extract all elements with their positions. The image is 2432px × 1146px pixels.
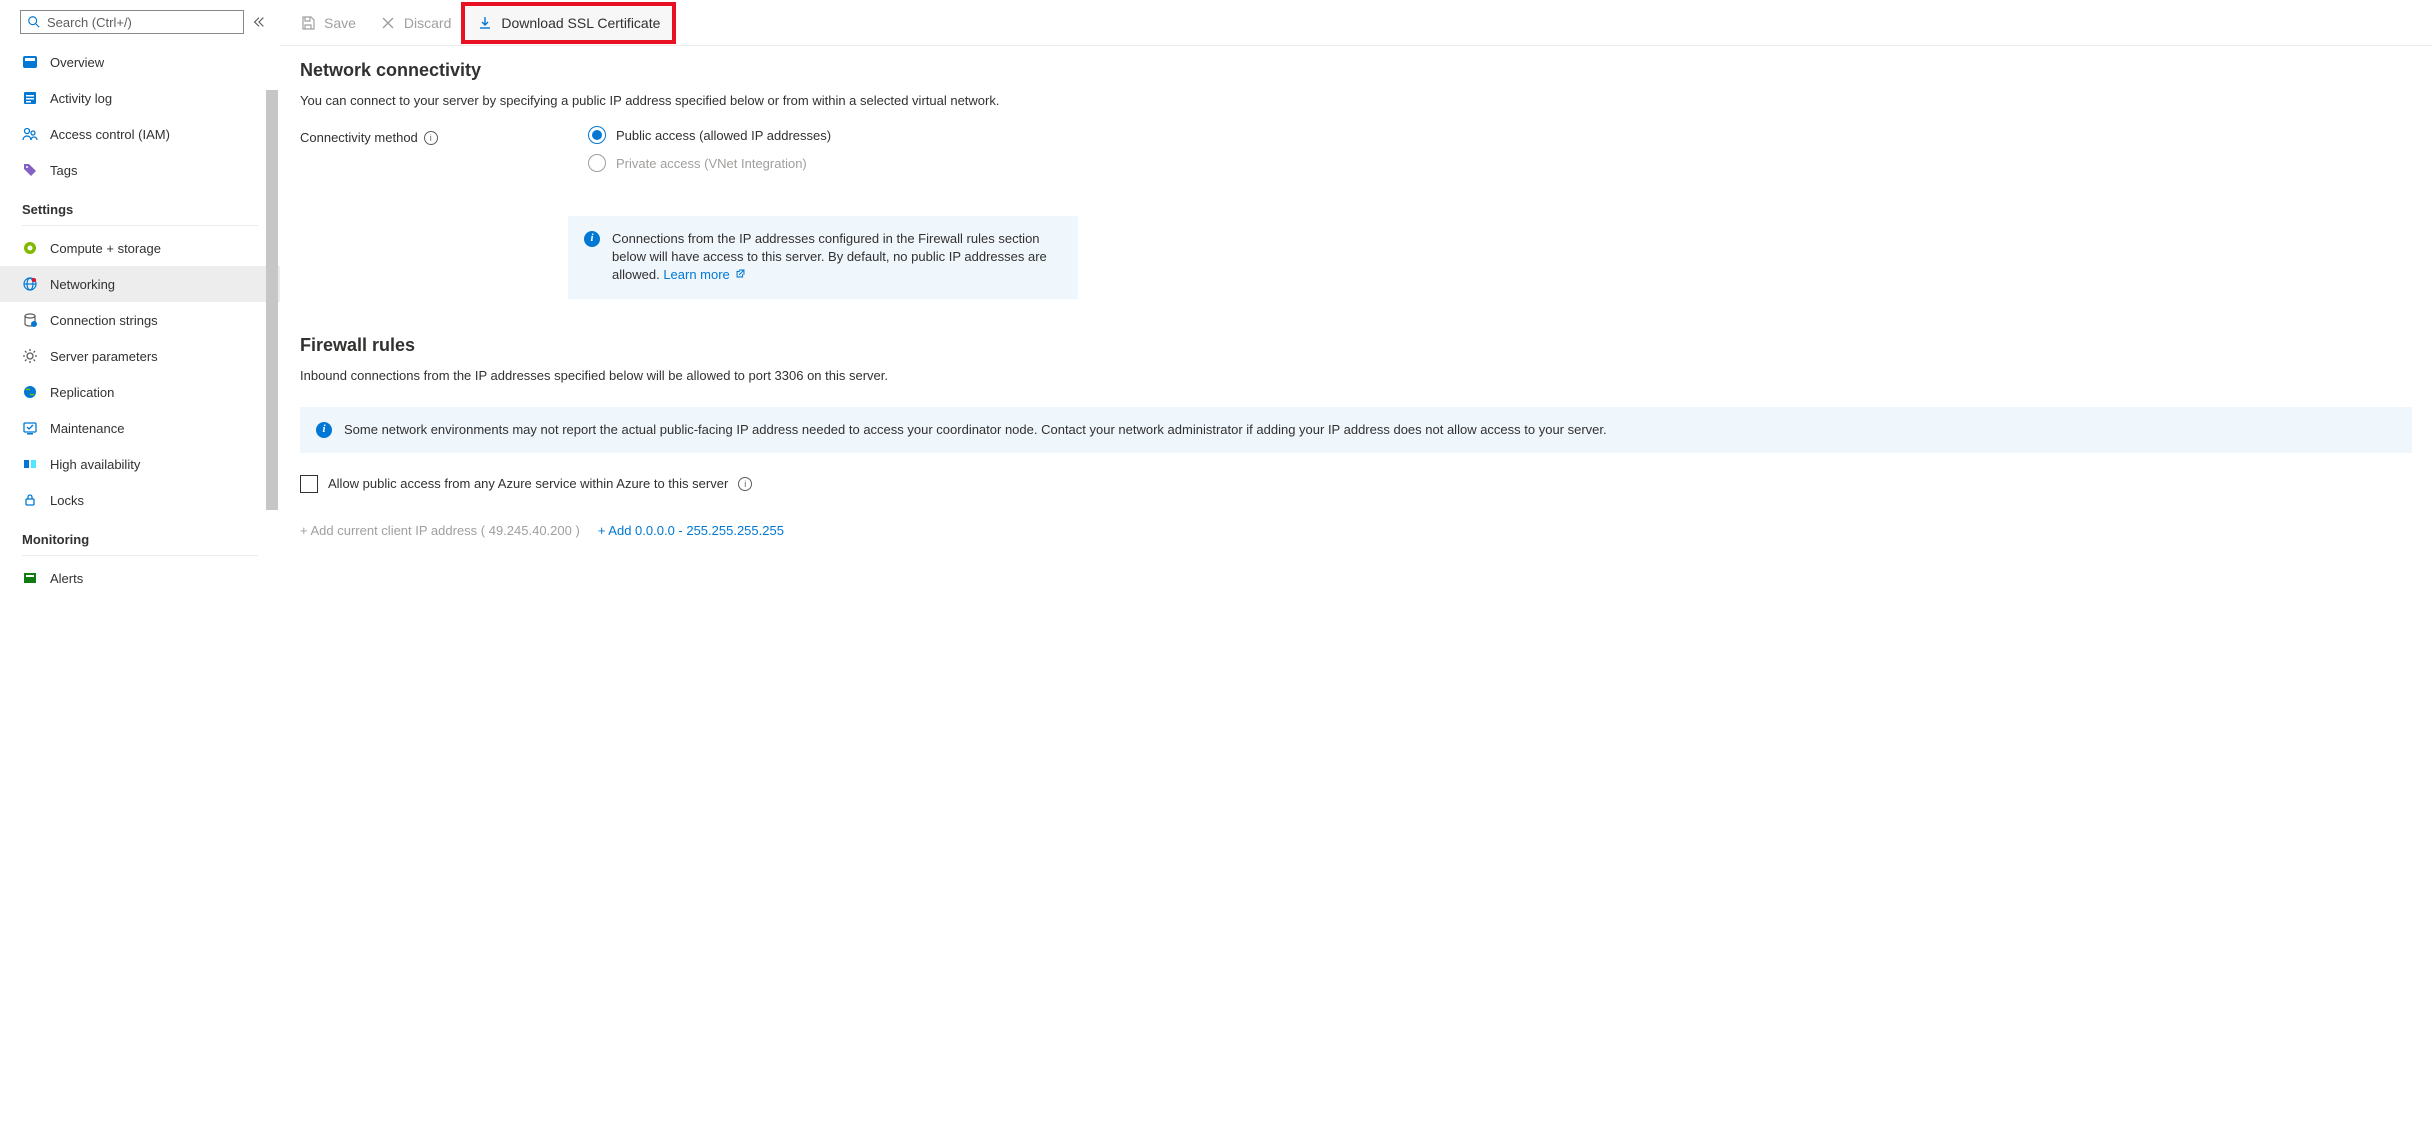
learn-more-link[interactable]: Learn more (663, 267, 746, 282)
search-icon (27, 15, 41, 29)
locks-icon (22, 492, 38, 508)
networking-icon (22, 276, 38, 292)
sidebar-item-label: Networking (50, 277, 115, 292)
radio-button-checked-icon (588, 126, 606, 144)
sidebar-item-label: Server parameters (50, 349, 158, 364)
network-connectivity-title: Network connectivity (300, 60, 2412, 81)
download-icon (477, 15, 493, 31)
sidebar-item-maintenance[interactable]: Maintenance (0, 410, 280, 446)
sidebar-item-label: High availability (50, 457, 140, 472)
sidebar-item-label: Connection strings (50, 313, 158, 328)
sidebar-item-label: Tags (50, 163, 77, 178)
info-icon[interactable]: i (738, 477, 752, 491)
sidebar-item-label: Maintenance (50, 421, 124, 436)
info-panel-firewall-note: i Some network environments may not repo… (300, 407, 2412, 453)
alerts-icon (22, 570, 38, 586)
connection-strings-icon (22, 312, 38, 328)
sidebar-item-label: Alerts (50, 571, 83, 586)
save-icon (300, 15, 316, 31)
sidebar-item-alerts[interactable]: Alerts (0, 560, 280, 596)
firewall-rules-title: Firewall rules (300, 335, 2412, 356)
search-placeholder: Search (Ctrl+/) (47, 15, 132, 30)
toolbar: Save Discard Download SSL Certificate (280, 0, 2432, 46)
firewall-note-text: Some network environments may not report… (344, 421, 1607, 439)
sidebar-item-locks[interactable]: Locks (0, 482, 280, 518)
sidebar-item-overview[interactable]: Overview (0, 44, 280, 80)
access-control-icon (22, 126, 38, 142)
allow-any-azure-checkbox[interactable] (300, 475, 318, 493)
activity-log-icon (22, 90, 38, 106)
firewall-rules-desc: Inbound connections from the IP addresse… (300, 368, 2412, 383)
discard-icon (380, 15, 396, 31)
tags-icon (22, 162, 38, 178)
high-availability-icon (22, 456, 38, 472)
radio-private-label: Private access (VNet Integration) (616, 156, 807, 171)
server-parameters-icon (22, 348, 38, 364)
sidebar-item-label: Overview (50, 55, 104, 70)
section-header-settings: Settings (0, 188, 280, 223)
sidebar-item-label: Replication (50, 385, 114, 400)
sidebar-item-compute-storage[interactable]: Compute + storage (0, 230, 280, 266)
sidebar-item-replication[interactable]: Replication (0, 374, 280, 410)
sidebar-item-access-control[interactable]: Access control (IAM) (0, 116, 280, 152)
info-solid-icon: i (584, 231, 600, 247)
sidebar-item-label: Compute + storage (50, 241, 161, 256)
network-connectivity-desc: You can connect to your server by specif… (300, 93, 2412, 108)
search-input[interactable]: Search (Ctrl+/) (20, 10, 244, 34)
sidebar-item-label: Locks (50, 493, 84, 508)
collapse-sidebar-button[interactable] (250, 13, 268, 31)
download-ssl-highlight: Download SSL Certificate (461, 2, 676, 44)
info-panel-connections: i Connections from the IP addresses conf… (568, 216, 1078, 299)
divider (22, 555, 258, 556)
allow-any-azure-label: Allow public access from any Azure servi… (328, 476, 728, 491)
maintenance-icon (22, 420, 38, 436)
divider (22, 225, 258, 226)
sidebar-item-high-availability[interactable]: High availability (0, 446, 280, 482)
download-ssl-button[interactable]: Download SSL Certificate (465, 6, 672, 40)
sidebar-item-activity-log[interactable]: Activity log (0, 80, 280, 116)
sidebar-item-connection-strings[interactable]: Connection strings (0, 302, 280, 338)
discard-label: Discard (404, 15, 451, 31)
sidebar-item-label: Access control (IAM) (50, 127, 170, 142)
radio-button-unchecked-icon (588, 154, 606, 172)
info-solid-icon: i (316, 422, 332, 438)
radio-public-access[interactable]: Public access (allowed IP addresses) (588, 126, 831, 144)
sidebar-item-networking[interactable]: Networking (0, 266, 280, 302)
connectivity-method-label: Connectivity method (300, 130, 418, 145)
radio-private-access: Private access (VNet Integration) (588, 154, 831, 172)
chevron-double-left-icon (252, 15, 266, 29)
sidebar-item-server-parameters[interactable]: Server parameters (0, 338, 280, 374)
save-label: Save (324, 15, 356, 31)
info-icon[interactable]: i (424, 131, 438, 145)
sidebar: Search (Ctrl+/) Overview Activity log (0, 0, 280, 1146)
scrollbar[interactable] (266, 90, 278, 510)
radio-public-label: Public access (allowed IP addresses) (616, 128, 831, 143)
section-header-monitoring: Monitoring (0, 518, 280, 553)
compute-storage-icon (22, 240, 38, 256)
sidebar-item-label: Activity log (50, 91, 112, 106)
external-link-icon (735, 268, 746, 279)
replication-icon (22, 384, 38, 400)
discard-button[interactable]: Discard (368, 0, 463, 45)
save-button[interactable]: Save (288, 0, 368, 45)
download-ssl-label: Download SSL Certificate (501, 15, 660, 31)
sidebar-item-tags[interactable]: Tags (0, 152, 280, 188)
overview-icon (22, 54, 38, 70)
main-content: Save Discard Download SSL Certificate Ne… (280, 0, 2432, 1146)
add-ip-range-button[interactable]: + Add 0.0.0.0 - 255.255.255.255 (598, 523, 784, 538)
add-client-ip-button[interactable]: + Add current client IP address ( 49.245… (300, 523, 580, 538)
